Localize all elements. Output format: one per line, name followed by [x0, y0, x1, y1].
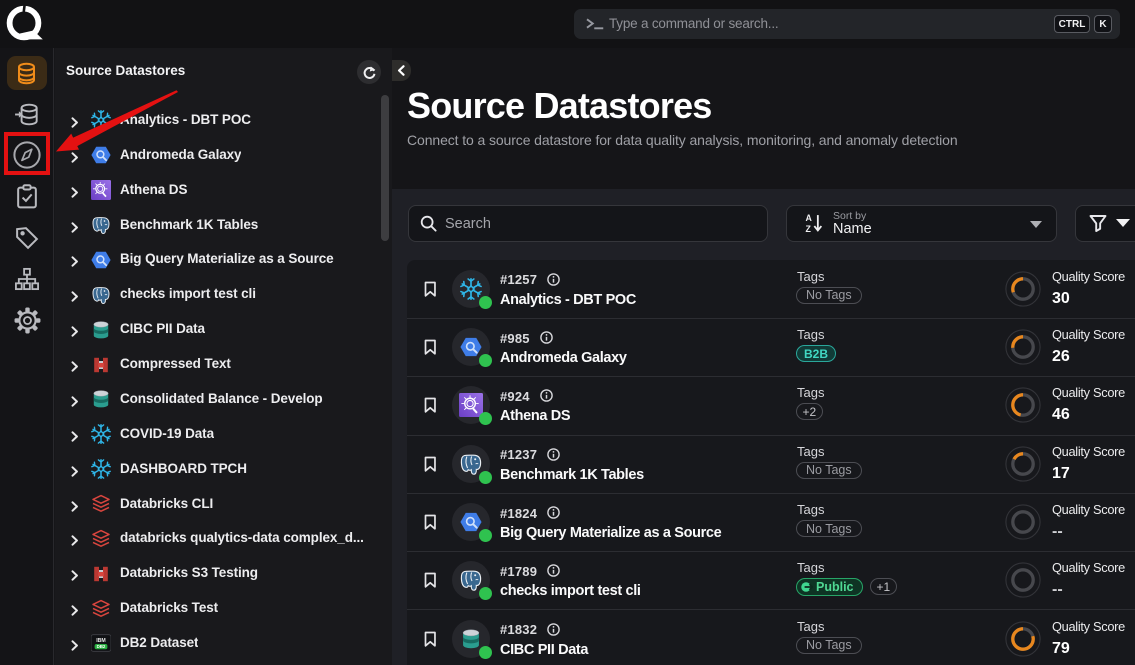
svg-text:IBM: IBM	[96, 638, 106, 644]
svg-text:Z: Z	[806, 224, 812, 234]
svg-text:DB2: DB2	[97, 645, 106, 650]
svg-text:A: A	[806, 213, 813, 223]
